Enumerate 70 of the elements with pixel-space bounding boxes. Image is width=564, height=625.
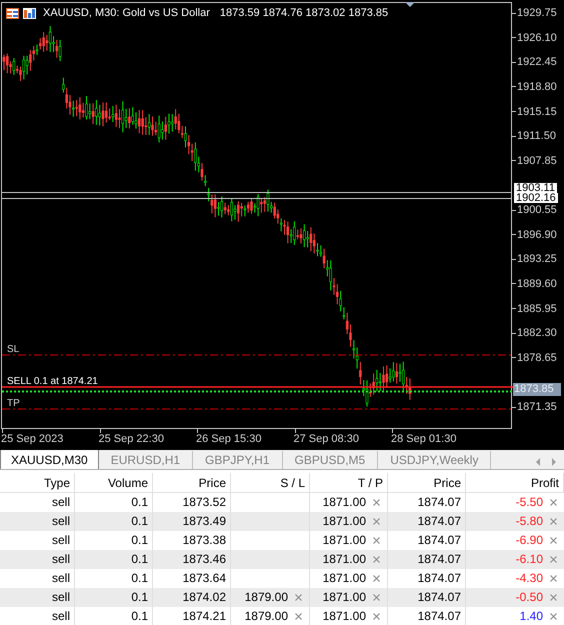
profit-value: -0.50	[516, 589, 543, 606]
profit-value: -5.80	[516, 513, 543, 530]
close-icon[interactable]	[550, 556, 557, 563]
price-axis-label: 1918.80	[517, 80, 557, 94]
price-axis-label: 1896.90	[517, 228, 557, 242]
price-axis-label: 1885.95	[517, 302, 557, 316]
price-axis-label: 1889.60	[517, 276, 557, 291]
table-cell-text: 1879.00	[244, 608, 288, 625]
close-icon[interactable]	[373, 613, 380, 620]
table-cell-text: 1871.00	[322, 570, 366, 587]
take-profit-label: TP	[7, 398, 20, 409]
close-icon[interactable]	[550, 499, 557, 506]
close-icon[interactable]	[550, 575, 557, 582]
chart-tab[interactable]: XAUUSD,M30	[0, 449, 99, 469]
price-axis-label: 1882.30	[517, 326, 557, 340]
close-icon[interactable]	[295, 613, 302, 620]
close-icon[interactable]	[373, 556, 380, 563]
table-cell-text: 1871.00	[322, 513, 366, 530]
price-axis-label: 1922.45	[517, 55, 557, 70]
time-axis-label: 26 Sep 15:30	[196, 433, 262, 446]
chart-grid-icon[interactable]	[6, 8, 19, 19]
price-axis-label: 1926.10	[517, 30, 557, 45]
time-axis-label: 28 Sep 01:30	[391, 433, 456, 446]
time-axis-label: 27 Sep 08:30	[294, 433, 359, 446]
price-axis-label: 1900.55	[517, 203, 557, 217]
table-cell-text: 1879.00	[244, 589, 288, 606]
table-cell-text: 1871.00	[322, 608, 366, 625]
profit-value: -4.30	[516, 570, 543, 587]
table-cell: sell	[0, 607, 75, 625]
order-label: SELL 0.1 at 1874.21	[7, 377, 98, 387]
scroll-left-icon[interactable]	[536, 458, 541, 466]
price-axis-label: 1893.25	[517, 252, 557, 266]
profit-value: 1.40	[520, 608, 543, 625]
profit-value: -6.10	[516, 551, 543, 568]
table-cell: 0.1	[75, 607, 153, 625]
shift-marker-icon[interactable]	[405, 2, 415, 7]
price-level-label: 1903.11	[514, 183, 557, 193]
price-axis-label: 1871.35	[517, 400, 557, 414]
close-icon[interactable]	[550, 594, 557, 601]
profit-value: -6.90	[516, 532, 543, 549]
scroll-right-icon[interactable]	[551, 458, 556, 466]
price-axis-label: 1907.85	[517, 154, 557, 168]
bid-price-label: 1873.85	[513, 383, 561, 396]
close-icon[interactable]	[373, 499, 380, 506]
close-icon[interactable]	[373, 575, 380, 582]
close-icon[interactable]	[373, 537, 380, 544]
ohlc-values: 1873.59 1874.76 1873.02 1873.85	[220, 6, 388, 21]
close-icon[interactable]	[373, 594, 380, 601]
stop-loss-label: SL	[7, 344, 20, 355]
time-axis-label: 25 Sep 22:30	[98, 433, 164, 446]
bar-chart-icon[interactable]	[23, 8, 36, 19]
table-cell-text: 1871.00	[322, 589, 366, 606]
close-icon[interactable]	[373, 518, 380, 525]
chart-title: XAUUSD, M30: Gold vs US Dollar	[43, 6, 210, 21]
close-icon[interactable]	[550, 537, 557, 544]
table-cell-text: 1871.00	[322, 551, 366, 568]
price-level-label: 1902.16	[514, 193, 558, 203]
close-icon[interactable]	[295, 594, 302, 601]
price-axis-label: 1878.65	[517, 350, 557, 365]
table-cell-text: 1871.00	[322, 532, 366, 549]
profit-value: -5.50	[516, 494, 543, 511]
time-axis-label: 25 Sep 2023	[1, 433, 64, 446]
close-icon[interactable]	[550, 613, 557, 620]
table-cell: 1874.07	[388, 607, 466, 625]
price-axis-label: 1911.50	[517, 129, 556, 144]
table-cell: 1874.21	[153, 607, 231, 625]
price-axis-label: 1929.75	[517, 6, 557, 20]
table-cell-text: 1871.00	[322, 494, 366, 511]
close-icon[interactable]	[550, 518, 557, 525]
price-axis-label: 1915.15	[517, 104, 557, 118]
